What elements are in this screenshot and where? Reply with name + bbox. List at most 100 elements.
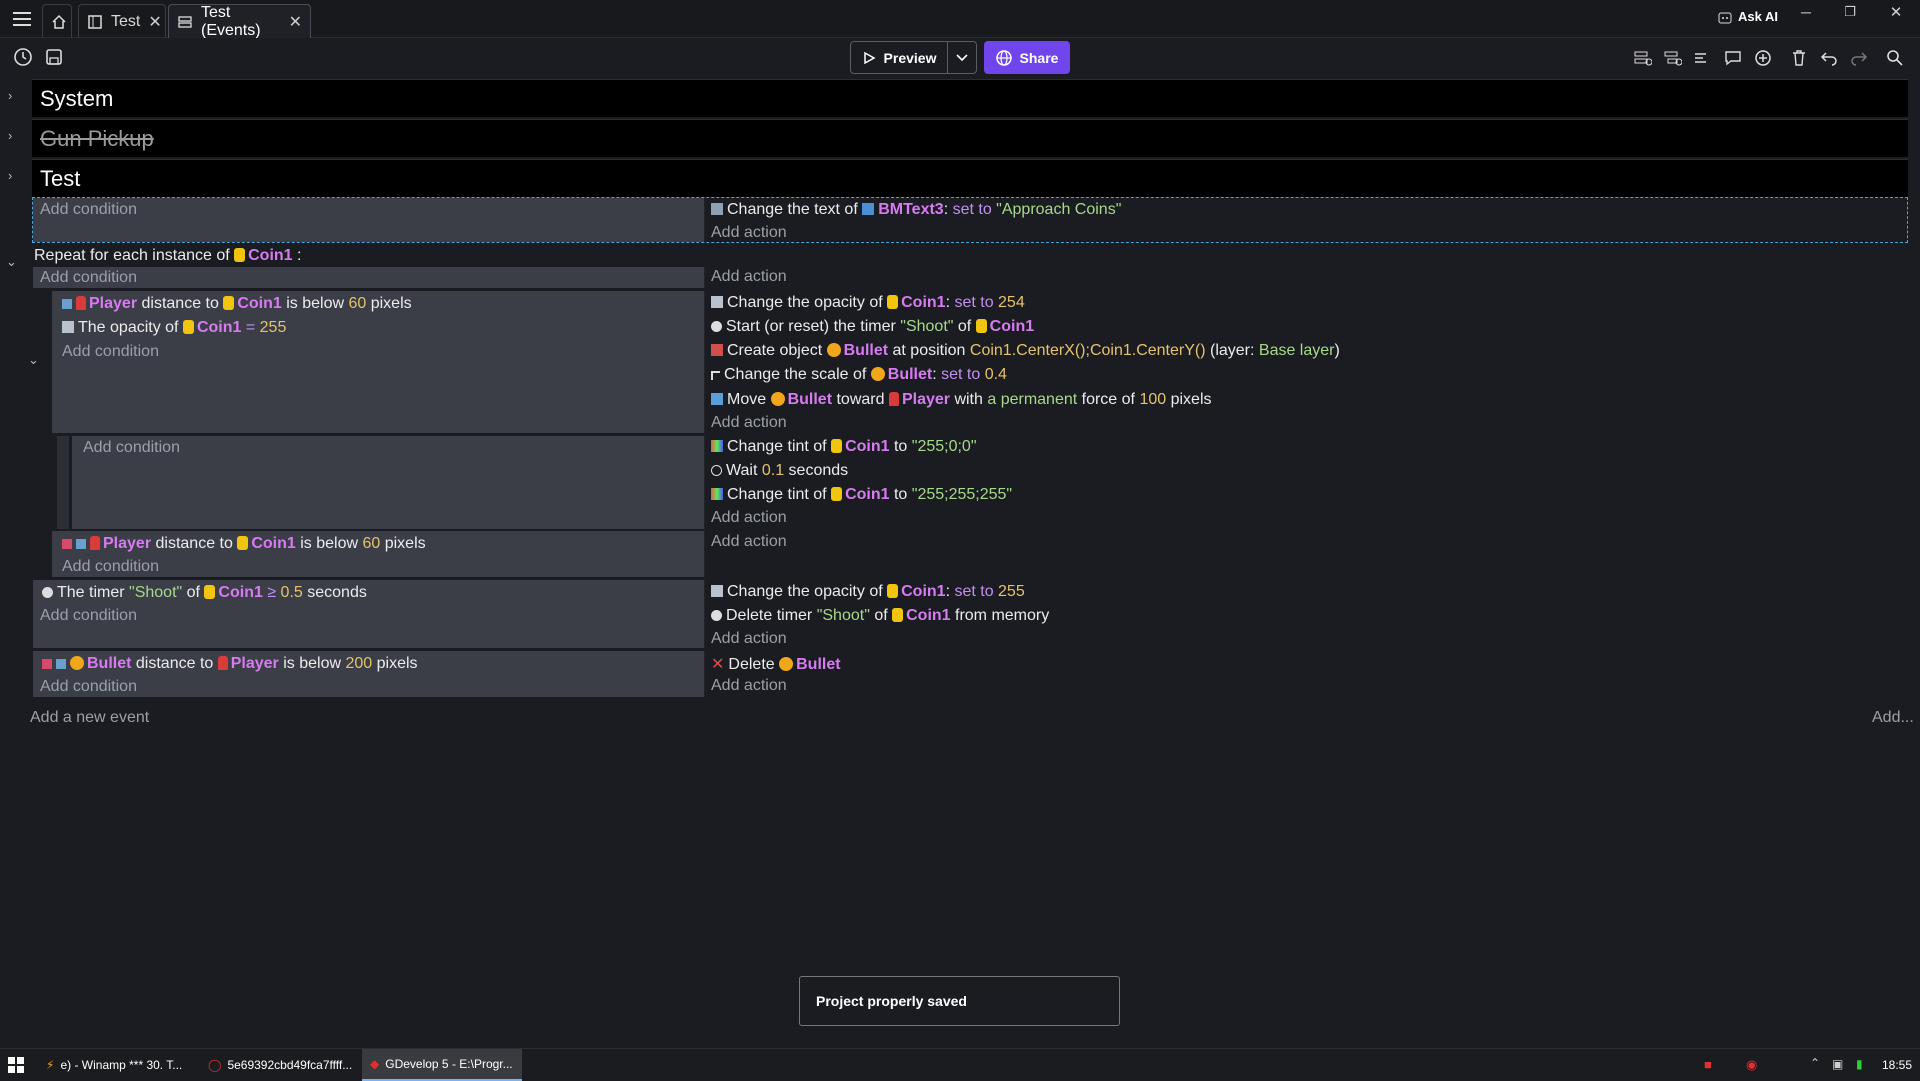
action-move-toward[interactable]: Move Bullet toward Player with a permane… (711, 391, 1212, 409)
restore-icon[interactable]: ❐ (1840, 4, 1860, 20)
expand-group-icon[interactable]: › (8, 88, 12, 103)
tray-chevron-up-icon[interactable]: ⌃ (1810, 1056, 1820, 1070)
player-icon (888, 392, 899, 406)
windows-start-icon[interactable] (8, 1057, 24, 1073)
redo-icon[interactable] (1844, 46, 1874, 70)
collapse-event-icon[interactable]: ⌄ (6, 254, 17, 270)
action-text[interactable]: Change the text of BMText3: set to "Appr… (711, 201, 1121, 219)
delete-icon[interactable] (1784, 46, 1814, 70)
close-tab-icon[interactable]: ✕ (289, 12, 302, 32)
add-condition[interactable]: Add condition (62, 558, 159, 576)
chevron-down-icon (956, 53, 968, 62)
group-gun-pickup[interactable]: Gun Pickup (32, 119, 1908, 157)
preview-dropdown[interactable] (948, 53, 976, 62)
tab-test[interactable]: Test ✕ (78, 4, 166, 38)
close-window-icon[interactable]: ✕ (1886, 3, 1906, 21)
action-opacity-255[interactable]: Change the opacity of Coin1: set to 255 (711, 583, 1025, 601)
add-condition[interactable]: Add condition (40, 678, 137, 696)
group-system[interactable]: System (32, 79, 1908, 117)
preview-main[interactable]: Preview (851, 42, 948, 73)
add-action[interactable]: Add action (711, 533, 787, 551)
add-action[interactable]: Add action (711, 414, 787, 432)
undo-icon[interactable] (1814, 46, 1844, 70)
network-icon[interactable]: ▣ (1832, 1057, 1843, 1071)
coin-icon (223, 296, 235, 310)
action-delete-timer[interactable]: Delete timer "Shoot" of Coin1 from memor… (711, 607, 1049, 625)
add-condition[interactable]: Add condition (40, 201, 137, 219)
bullet-icon (826, 343, 841, 357)
add-event-icon[interactable] (1628, 46, 1658, 70)
timer-icon (711, 610, 722, 621)
distance-icon (62, 299, 72, 309)
tab-test-events[interactable]: Test (Events) ✕ (168, 3, 311, 39)
add-condition[interactable]: Add condition (40, 269, 137, 287)
preview-button[interactable]: Preview (850, 41, 977, 74)
ask-ai-button[interactable]: Ask AI (1718, 9, 1778, 24)
add-circle-icon[interactable] (1748, 46, 1778, 70)
add-comment-icon[interactable] (1718, 46, 1748, 70)
expand-group-icon[interactable]: › (8, 128, 12, 143)
action-delete-bullet[interactable]: ✕ Delete Bullet (711, 654, 841, 674)
condition-opacity[interactable]: The opacity of Coin1 = 255 (62, 319, 286, 337)
collapse-event-icon[interactable]: ⌄ (28, 352, 39, 368)
group-title: System (40, 85, 114, 111)
history-icon[interactable] (12, 46, 34, 68)
condition-distance[interactable]: Player distance to Coin1 is below 60 pix… (62, 295, 412, 313)
action-opacity[interactable]: Change the opacity of Coin1: set to 254 (711, 294, 1025, 312)
group-title: Test (40, 165, 81, 191)
search-icon[interactable] (1880, 46, 1910, 70)
action-tint-red[interactable]: Change tint of Coin1 to "255;0;0" (711, 438, 977, 456)
timer-icon (711, 321, 722, 332)
add-other-icon[interactable] (1688, 46, 1718, 70)
clock[interactable]: 18:55 (1882, 1058, 1912, 1072)
tray-app-icon[interactable]: ■ (1704, 1057, 1712, 1072)
taskbar-app-gdevelop[interactable]: ◆ GDevelop 5 - E:\Progr... (362, 1049, 522, 1081)
add-subevent-icon[interactable] (1658, 46, 1688, 70)
tab-label: Test (Events) (201, 3, 261, 39)
battery-icon[interactable]: ▮ (1856, 1057, 1863, 1071)
add-condition[interactable]: Add condition (62, 343, 159, 361)
tab-home[interactable] (42, 4, 72, 38)
group-test[interactable]: Test (32, 159, 1908, 197)
save-icon[interactable] (43, 46, 65, 68)
tray-app-icon[interactable]: ◉ (1746, 1057, 1757, 1073)
bullet-icon (870, 367, 885, 381)
ask-ai-label: Ask AI (1738, 9, 1778, 24)
add-action[interactable]: Add action (711, 224, 787, 242)
share-button[interactable]: Share (984, 41, 1070, 74)
action-create-object[interactable]: Create object Bullet at position Coin1.C… (711, 342, 1340, 360)
add-action[interactable]: Add action (711, 630, 787, 648)
globe-icon (995, 49, 1012, 66)
condition-distance-inverted[interactable]: Player distance to Coin1 is below 60 pix… (62, 535, 426, 553)
taskbar-app-browser[interactable]: ◯ 5e69392cbd49fca7ffff... (200, 1049, 356, 1081)
close-tab-icon[interactable]: ✕ (148, 12, 161, 32)
hamburger-menu-icon[interactable] (11, 9, 33, 29)
add-action[interactable]: Add action (711, 677, 787, 695)
bullet-icon (70, 656, 84, 670)
add-new-event[interactable]: Add a new event (30, 709, 149, 727)
add-action[interactable]: Add action (711, 268, 787, 286)
repeat-event-header[interactable]: Repeat for each instance of Coin1 : (34, 247, 301, 265)
add-condition[interactable]: Add condition (40, 607, 137, 625)
opera-icon: ◯ (208, 1058, 222, 1072)
add-more-button[interactable]: Add... (1872, 709, 1914, 727)
action-tint-white[interactable]: Change tint of Coin1 to "255;255;255" (711, 486, 1012, 504)
preview-label: Preview (883, 49, 937, 66)
add-condition[interactable]: Add condition (83, 439, 180, 457)
action-scale[interactable]: Change the scale of Bullet: set to 0.4 (711, 366, 1007, 384)
coin-icon (182, 320, 194, 334)
condition-bullet-distance[interactable]: Bullet distance to Player is below 200 p… (42, 655, 418, 673)
taskbar-app-winamp[interactable]: ⚡ e) - Winamp *** 30. T... (38, 1049, 194, 1081)
scale-icon (711, 371, 720, 380)
coin-icon (887, 295, 899, 309)
winamp-icon: ⚡ (46, 1058, 55, 1072)
add-action[interactable]: Add action (711, 509, 787, 527)
condition-timer[interactable]: The timer "Shoot" of Coin1 ≥ 0.5 seconds (42, 584, 367, 602)
expand-group-icon[interactable]: › (8, 168, 12, 183)
home-icon (51, 14, 67, 30)
action-start-timer[interactable]: Start (or reset) the timer "Shoot" of Co… (711, 318, 1034, 336)
taskbar-app-label: e) - Winamp *** 30. T... (60, 1058, 183, 1072)
coin-icon (831, 439, 843, 453)
minimize-icon[interactable]: ─ (1796, 4, 1816, 20)
action-wait[interactable]: Wait 0.1 seconds (711, 462, 848, 480)
